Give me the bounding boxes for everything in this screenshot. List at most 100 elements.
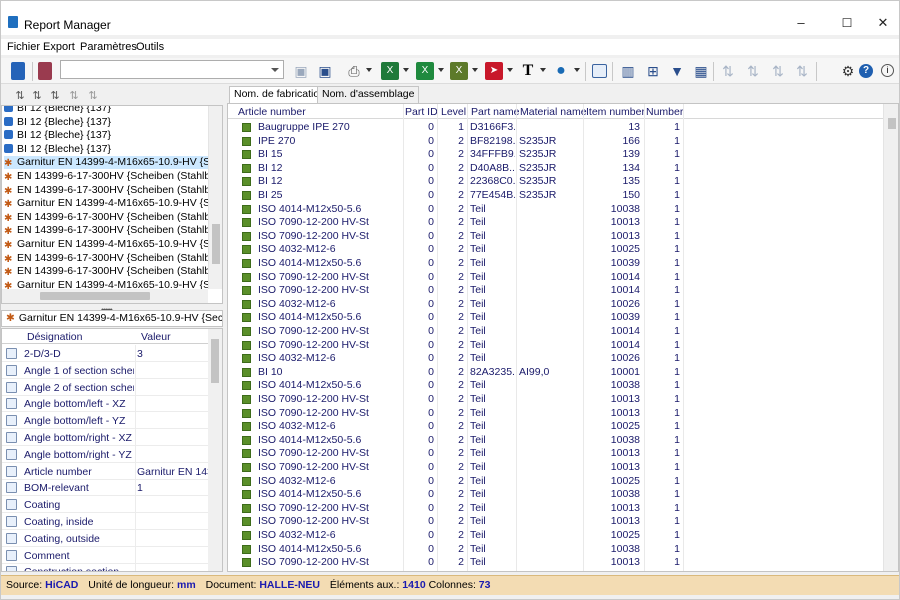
col-part-id[interactable]: Part ID <box>405 106 438 118</box>
tree-item[interactable]: ✱ EN 14399-6-17-300HV {Scheiben (Stahlbau… <box>4 265 208 278</box>
table-row[interactable]: BI 25 0 2 77E454B... S235JR 150 1 <box>228 189 884 203</box>
save-disabled-icon[interactable]: ▣ <box>292 62 310 80</box>
property-value[interactable]: 3 <box>137 348 209 360</box>
sort-asc-disabled-icon[interactable]: ⇅ <box>719 62 737 80</box>
table-row[interactable]: IPE 270 0 2 BF82198... S235JR 166 1 <box>228 135 884 149</box>
table-row[interactable]: ISO 4014-M12x50-5.6 0 2 Teil 10038 1 <box>228 488 884 502</box>
table-row[interactable]: ISO 4014-M12x50-5.6 0 2 Teil 10038 1 <box>228 434 884 448</box>
report-settings-icon[interactable] <box>592 64 607 78</box>
table-row[interactable]: ISO 7090-12-200 HV-St 0 2 Teil 10013 1 <box>228 556 884 570</box>
col-number[interactable]: Number <box>646 106 683 118</box>
col-level[interactable]: Level <box>441 106 466 118</box>
table-row[interactable]: ISO 7090-12-200 HV-St 0 2 Teil 10014 1 <box>228 325 884 339</box>
tab-nom-de-fabrication[interactable]: Nom. de fabrication <box>229 86 331 104</box>
tree-item[interactable]: ✱ EN 14399-6-17-300HV {Scheiben (Stahlbau… <box>4 224 208 237</box>
property-value[interactable]: Garnitur EN 14399 <box>137 466 209 478</box>
table-row[interactable]: BI 10 0 2 82A3235... AI99,0 10001 1 <box>228 366 884 380</box>
grid-vertical-scrollbar[interactable] <box>883 104 898 571</box>
property-row[interactable]: Angle bottom/right - YZ <box>2 445 209 463</box>
property-row[interactable]: Coating, outside <box>2 529 209 547</box>
menu-parametres[interactable]: Paramètres <box>80 41 137 53</box>
table-row[interactable]: BI 15 0 2 34FFFB9... S235JR 139 1 <box>228 148 884 162</box>
table-row[interactable]: ISO 4032-M12-6 0 2 Teil 10025 1 <box>228 420 884 434</box>
table-row[interactable]: BI 12 0 2 22368C0... S235JR 135 1 <box>228 175 884 189</box>
property-row[interactable]: 2-D/3-D 3 <box>2 345 209 362</box>
table-row[interactable]: ISO 4014-M12x50-5.6 0 2 Teil 10038 1 <box>228 543 884 557</box>
globe-icon[interactable]: ● <box>552 62 570 80</box>
designation-column-header[interactable]: Désignation <box>27 331 82 343</box>
text-dropdown-icon[interactable] <box>540 68 546 72</box>
table-row[interactable]: ISO 7090-12-200 HV-St 0 2 Teil 10014 1 <box>228 271 884 285</box>
sort-2-disabled-icon[interactable]: ⇅ <box>769 62 787 80</box>
maximize-button[interactable]: ☐ <box>827 11 867 35</box>
tab-nom-d-assemblage[interactable]: Nom. d'assemblage <box>317 86 420 103</box>
chevron-down-icon[interactable] <box>271 68 279 72</box>
table-row[interactable]: ISO 7090-12-200 HV-St 0 2 Teil 10013 1 <box>228 407 884 421</box>
table-row[interactable]: ISO 4032-M12-6 0 2 Teil 10025 1 <box>228 529 884 543</box>
tree-item[interactable]: BI 12 {Bleche} {137} <box>4 129 208 142</box>
table-row[interactable]: ISO 7090-12-200 HV-St 0 2 Teil 10014 1 <box>228 339 884 353</box>
table-row[interactable]: ISO 4014-M12x50-5.6 0 2 Teil 10038 1 <box>228 203 884 217</box>
value-column-header[interactable]: Valeur <box>141 331 171 343</box>
property-row[interactable]: Angle bottom/right - XZ <box>2 429 209 446</box>
tree-sort-3-icon[interactable]: ⇅ <box>65 87 83 105</box>
property-row[interactable]: Angle 2 of section schema <box>2 378 209 396</box>
table-row[interactable]: ISO 4032-M12-6 0 2 Teil 10026 1 <box>228 352 884 366</box>
tree-horizontal-scrollbar[interactable] <box>2 289 208 303</box>
globe-dropdown-icon[interactable] <box>574 68 580 72</box>
excel-list-icon[interactable]: X <box>416 62 434 80</box>
open-report-icon[interactable] <box>11 62 25 80</box>
menu-export[interactable]: Export <box>43 41 75 53</box>
gear-icon[interactable]: ⚙ <box>839 62 857 80</box>
col-item-number[interactable]: Item number <box>586 106 645 118</box>
tree-sort-2-icon[interactable]: ⇅ <box>46 87 64 105</box>
tree-scroll-thumb[interactable] <box>212 224 220 264</box>
sort-3-disabled-icon[interactable]: ⇅ <box>793 62 811 80</box>
property-row[interactable]: Angle 1 of section schema <box>2 361 209 379</box>
bom-grid[interactable]: Article number Part ID Level Part name M… <box>227 103 899 572</box>
tree-vertical-scrollbar[interactable] <box>208 106 222 289</box>
tree-sort-icon[interactable]: ⇅ <box>11 87 29 105</box>
col-article-number[interactable]: Article number <box>238 106 306 118</box>
tree-item[interactable]: ✱ EN 14399-6-17-300HV {Scheiben (Stahlbau… <box>4 170 208 183</box>
table-row[interactable]: ISO 7090-12-200 HV-St 0 2 Teil 10013 1 <box>228 230 884 244</box>
columns-icon[interactable]: ▥ <box>619 62 637 80</box>
table-row[interactable]: ISO 4032-M12-6 0 2 Teil 10026 1 <box>228 298 884 312</box>
table-row[interactable]: BI 12 0 2 D40A8B... S235JR 134 1 <box>228 162 884 176</box>
table-row[interactable]: ISO 7090-12-200 HV-St 0 2 Teil 10013 1 <box>228 393 884 407</box>
tree-item[interactable]: ✱ Garnitur EN 14399-4-M16x65-10.9-HV {Sec… <box>4 238 208 251</box>
excel-export-icon[interactable]: X <box>381 62 399 80</box>
menu-fichier[interactable]: Fichier <box>7 41 40 53</box>
tree-hscroll-thumb[interactable] <box>40 292 150 300</box>
close-button[interactable]: ✕ <box>863 11 900 35</box>
minimize-button[interactable]: – <box>781 11 821 35</box>
table-row[interactable]: ISO 7090-12-200 HV-St 0 2 Teil 10013 1 <box>228 515 884 529</box>
tree-item[interactable]: ✱ Garnitur EN 14399-4-M16x65-10.9-HV {Sec… <box>4 156 208 170</box>
table-row[interactable]: ISO 7090-12-200 HV-St 0 2 Teil 10014 1 <box>228 284 884 298</box>
report-select-combo[interactable] <box>60 60 284 79</box>
table-row[interactable]: ISO 7090-12-200 HV-St 0 2 Teil 10013 1 <box>228 502 884 516</box>
properties-panel[interactable]: Désignation Valeur 2-D/3-D 3 Angle 1 of se… <box>1 328 223 572</box>
property-row[interactable]: Angle bottom/left - YZ <box>2 412 209 430</box>
grid-scroll-thumb[interactable] <box>888 118 896 129</box>
table-row[interactable]: Baugruppe IPE 270 0 1 D3166F3... 13 1 <box>228 121 884 135</box>
excel-table-icon[interactable]: X <box>450 62 468 80</box>
pdf-dropdown-icon[interactable] <box>507 68 513 72</box>
pdf-export-icon[interactable]: ➤ <box>485 62 503 80</box>
table-row[interactable]: ISO 4014-M12x50-5.6 0 2 Teil 10038 1 <box>228 379 884 393</box>
property-row[interactable]: Angle bottom/left - XZ <box>2 395 209 413</box>
excel-list-dropdown-icon[interactable] <box>438 68 444 72</box>
group-icon[interactable]: ⊞ <box>644 62 662 80</box>
delete-report-icon[interactable] <box>38 62 52 80</box>
structure-tree[interactable]: BI 12 {Bleche} {137} BI 12 {Bleche} {137}… <box>1 105 223 304</box>
table-row[interactable]: ISO 4014-M12x50-5.6 0 2 Teil 10039 1 <box>228 257 884 271</box>
info-icon[interactable]: i <box>881 64 894 77</box>
table-row[interactable]: ISO 4032-M12-6 0 2 Teil 10025 1 <box>228 475 884 489</box>
table-row[interactable]: ISO 7090-12-200 HV-St 0 2 Teil 10013 1 <box>228 447 884 461</box>
property-row[interactable]: Coating <box>2 496 209 514</box>
col-material-name[interactable]: Material name <box>520 106 587 118</box>
property-row[interactable]: Coating, inside <box>2 513 209 530</box>
property-row[interactable]: Article number Garnitur EN 14399 <box>2 462 209 480</box>
save-as-icon[interactable]: ▣ <box>316 62 334 80</box>
filter-icon[interactable]: ▼ <box>668 62 686 80</box>
